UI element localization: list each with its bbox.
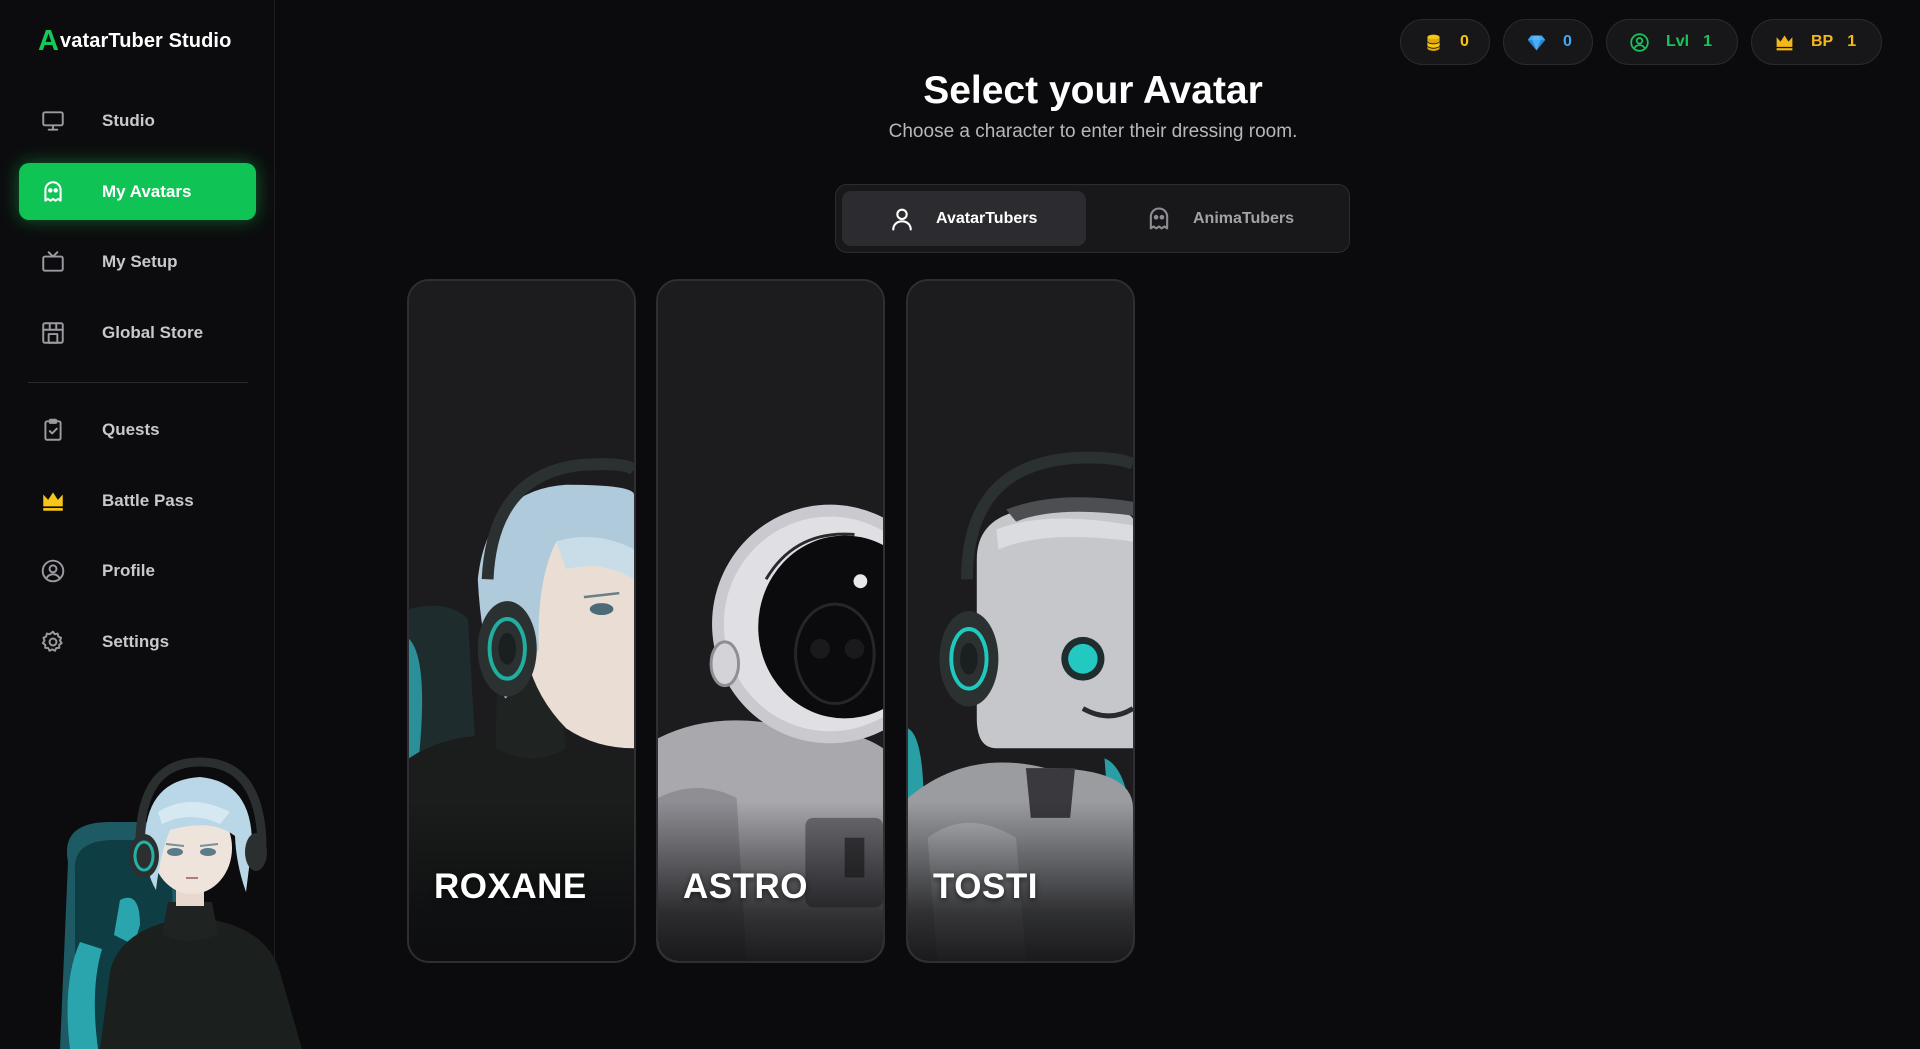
battle-pass-value: 1 [1847, 33, 1857, 50]
user-icon [892, 208, 912, 231]
app-logo[interactable]: A vatarTuber Studio [38, 26, 231, 56]
store-icon [39, 319, 67, 347]
gems-value: 0 [1563, 33, 1572, 50]
ghost-icon [1149, 207, 1169, 229]
user-circle-icon [1630, 32, 1649, 52]
sidebar-item-label: My Setup [102, 251, 178, 271]
avatar-name: TOSTI [933, 867, 1038, 906]
sidebar-character-illustration [60, 757, 302, 1049]
sidebar-item-battle-pass[interactable]: Battle Pass [19, 472, 256, 529]
level-value: 1 [1703, 33, 1713, 50]
avatar-card-astro[interactable]: ASTRO [656, 279, 885, 963]
avatar-name: ROXANE [434, 867, 587, 906]
level-badge[interactable]: Lvl 1 [1606, 19, 1738, 65]
sidebar-item-quests[interactable]: Quests [19, 401, 256, 458]
tv-icon [39, 248, 67, 276]
page-subtitle: Choose a character to enter their dressi… [888, 121, 1298, 142]
tab-animatubers[interactable]: AnimaTubers [1099, 191, 1343, 246]
sidebar-item-my-setup[interactable]: My Setup [19, 233, 256, 290]
crown-icon [39, 487, 67, 515]
tab-label: AvatarTubers [936, 209, 1038, 227]
sidebar-item-label: My Avatars [102, 181, 192, 201]
sidebar-item-settings[interactable]: Settings [19, 613, 256, 670]
avatar-card-tosti[interactable]: TOSTI [906, 279, 1135, 963]
logo-text: vatarTuber Studio [60, 29, 232, 52]
sidebar-item-label: Quests [102, 419, 160, 439]
sidebar-item-profile[interactable]: Profile [19, 542, 256, 599]
battle-pass-label: BP [1811, 33, 1834, 50]
coins-icon [1427, 34, 1440, 51]
sidebar-item-global-store[interactable]: Global Store [19, 304, 256, 361]
coins-value: 0 [1460, 33, 1469, 50]
stats-bar: 0 0 Lvl 1 BP 1 [1400, 19, 1882, 65]
logo-initial: A [38, 24, 60, 57]
battle-pass-badge[interactable]: BP 1 [1751, 19, 1882, 65]
sidebar: A vatarTuber Studio Studio My Avatars My… [0, 0, 302, 1049]
sidebar-item-label: Profile [102, 560, 155, 580]
ghost-icon [39, 178, 67, 206]
sidebar-item-my-avatars[interactable]: My Avatars [19, 163, 256, 220]
gem-icon [1527, 35, 1546, 50]
gear-icon [39, 628, 67, 656]
page-title: Select your Avatar [923, 69, 1263, 112]
avatar-type-tabs: AvatarTubers AnimaTubers [835, 184, 1350, 253]
sidebar-item-label: Settings [102, 631, 170, 651]
clipboard-check-icon [39, 416, 67, 444]
sidebar-item-label: Global Store [102, 322, 204, 342]
user-circle-icon [39, 557, 67, 585]
tab-label: AnimaTubers [1193, 209, 1295, 227]
sidebar-item-label: Battle Pass [102, 490, 194, 510]
level-label: Lvl [1666, 33, 1690, 50]
coins-balance[interactable]: 0 [1400, 19, 1490, 65]
sidebar-divider [28, 382, 248, 383]
crown-icon [1776, 35, 1793, 50]
avatar-card-roxane[interactable]: ROXANE [407, 279, 636, 963]
tab-avatartubers[interactable]: AvatarTubers [842, 191, 1086, 246]
gems-balance[interactable]: 0 [1503, 19, 1593, 65]
avatar-name: ASTRO [683, 867, 808, 906]
